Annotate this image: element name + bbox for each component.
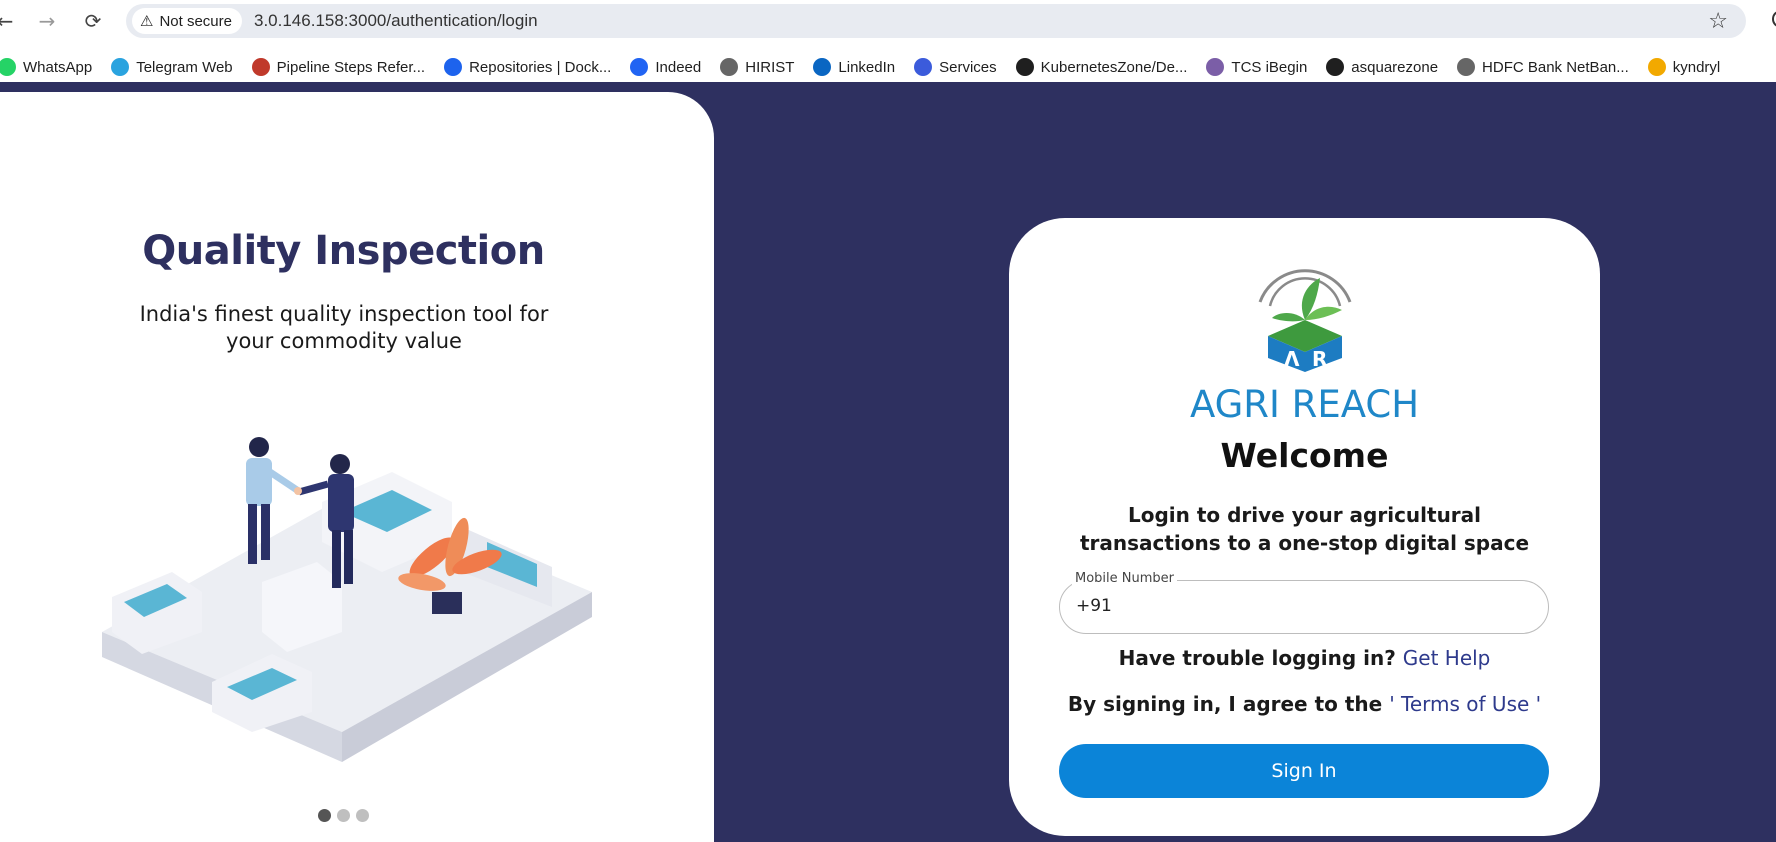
bookmark-star-icon[interactable]: ☆ <box>1708 9 1728 34</box>
carousel-dots <box>318 809 369 822</box>
bookmark-label: HDFC Bank NetBan... <box>1482 58 1629 76</box>
login-tagline: Login to drive your agricultural transac… <box>1079 503 1530 555</box>
bookmark-item[interactable]: HIRIST <box>720 58 794 76</box>
bookmark-label: KubernetesZone/De... <box>1040 58 1188 76</box>
login-card: Λ R AGRI REACH Welcome Login to drive yo… <box>1009 218 1600 836</box>
security-chip[interactable]: ⚠ Not secure <box>132 8 242 34</box>
mobile-number-field[interactable]: Mobile Number +91 <box>1059 571 1549 634</box>
tcs-icon <box>1206 58 1225 76</box>
indeed-icon <box>630 58 649 76</box>
bookmark-item[interactable]: Repositories | Dock... <box>444 58 611 76</box>
bookmark-label: WhatsApp <box>23 58 93 76</box>
browser-toolbar: ← → ⟳ ⚠ Not secure 3.0.146.158:3000/auth… <box>0 0 1776 42</box>
bookmark-label: asquarezone <box>1351 58 1439 76</box>
forward-icon[interactable]: → <box>34 8 60 34</box>
trouble-text: Have trouble logging in? <box>1118 646 1396 670</box>
bookmark-label: Services <box>939 58 997 76</box>
get-help-link[interactable]: Get Help <box>1403 646 1491 670</box>
bookmark-label: Indeed <box>655 58 702 76</box>
reload-icon[interactable]: ⟳ <box>80 8 106 34</box>
bookmark-label: HIRIST <box>745 58 795 76</box>
terms-prefix: By signing in, I agree to the <box>1067 692 1383 716</box>
telegram-icon <box>111 58 130 76</box>
linkedin-icon <box>813 58 832 76</box>
github-icon <box>1326 58 1345 76</box>
bookmark-label: LinkedIn <box>838 58 896 76</box>
bookmark-item[interactable]: KubernetesZone/De... <box>1015 58 1188 76</box>
carousel-dot-3[interactable] <box>356 809 369 822</box>
url-text[interactable]: 3.0.146.158:3000/authentication/login <box>254 11 538 31</box>
bookmark-item[interactable]: TCS iBegin <box>1206 58 1307 76</box>
svg-text:R: R <box>1312 347 1327 371</box>
country-code-prefix: +91 <box>1076 596 1112 616</box>
address-bar[interactable]: ⚠ Not secure 3.0.146.158:3000/authentica… <box>126 4 1746 38</box>
hero-subtitle: India's finest quality inspection tool f… <box>139 302 549 353</box>
whatsapp-icon <box>0 58 16 76</box>
bookmark-label: Telegram Web <box>136 58 233 76</box>
bookmarks-bar: WhatsApp Telegram Web Pipeline Steps Refer… <box>0 52 1776 82</box>
bookmark-item[interactable]: HDFC Bank NetBan... <box>1457 58 1629 76</box>
docker-icon <box>444 58 463 76</box>
handshake-illustration <box>102 437 592 762</box>
carousel-dot-1[interactable] <box>318 809 331 822</box>
jenkins-icon <box>251 58 270 76</box>
back-icon[interactable]: ← <box>0 8 18 34</box>
sign-in-button[interactable]: Sign In <box>1059 744 1549 798</box>
toolbar-gap <box>0 42 1776 52</box>
bookmark-item[interactable]: kyndryl <box>1647 58 1721 76</box>
bookmark-label: Pipeline Steps Refer... <box>276 58 426 76</box>
bookmark-item[interactable]: WhatsApp <box>0 58 92 76</box>
globe-icon <box>720 58 739 76</box>
brand-name: AGRI REACH <box>1189 383 1420 426</box>
welcome-heading: Welcome <box>1220 436 1389 475</box>
github-icon <box>1015 58 1034 76</box>
bookmark-item[interactable]: Services <box>914 58 997 76</box>
security-label: Not secure <box>159 12 232 30</box>
bookmark-label: kyndryl <box>1672 58 1721 76</box>
mobile-number-input[interactable] <box>1110 590 1530 624</box>
svg-text:Λ: Λ <box>1284 347 1300 371</box>
terms-of-use-link[interactable]: ' Terms of Use ' <box>1389 692 1541 716</box>
globe-icon <box>1457 58 1476 76</box>
bookmark-item[interactable]: LinkedIn <box>813 58 895 76</box>
bookmark-label: Repositories | Dock... <box>469 58 612 76</box>
trouble-login-text: Have trouble logging in? Get Help <box>1009 646 1600 670</box>
hero-title: Quality Inspection <box>142 228 545 274</box>
kyndryl-icon <box>1647 58 1666 76</box>
mobile-number-label: Mobile Number <box>1072 571 1177 586</box>
bookmark-item[interactable]: Telegram Web <box>111 58 233 76</box>
bookmark-label: TCS iBegin <box>1231 58 1308 76</box>
bookmark-item[interactable]: Pipeline Steps Refer... <box>251 58 426 76</box>
bookmark-item[interactable]: Indeed <box>630 58 701 76</box>
agri-reach-logo: Λ R <box>1258 269 1352 372</box>
hero-panel: Quality Inspection India's finest qualit… <box>0 92 714 842</box>
bookmark-item[interactable]: asquarezone <box>1326 58 1438 76</box>
profile-icon[interactable] <box>1772 10 1776 28</box>
carousel-dot-2[interactable] <box>337 809 350 822</box>
services-icon <box>914 58 933 76</box>
warning-icon: ⚠ <box>140 13 154 30</box>
terms-text: By signing in, I agree to the ' Terms of… <box>1009 692 1600 716</box>
